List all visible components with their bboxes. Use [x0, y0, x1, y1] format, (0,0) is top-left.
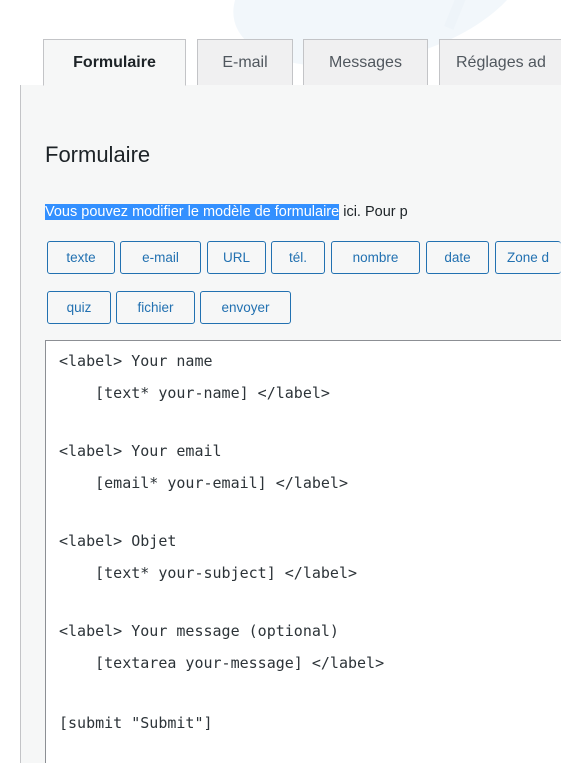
editor-line: [email* your-email] </label>: [59, 474, 348, 492]
tag-button-envoyer[interactable]: envoyer: [200, 291, 291, 324]
description-selected-text: Vous pouvez modifier le modèle de formul…: [45, 204, 340, 220]
editor-line: <label> Objet: [59, 532, 177, 550]
editor-line: <label> Your message (optional): [59, 622, 339, 640]
editor-line: [textarea your-message] </label>: [59, 654, 385, 672]
panel-description: Vous pouvez modifier le modèle de formul…: [45, 204, 408, 220]
tag-button-quiz[interactable]: quiz: [47, 291, 111, 324]
editor-line: [submit "Submit"]: [59, 714, 213, 732]
editor-line: <label> Your name: [59, 352, 213, 370]
panel-heading: Formulaire: [45, 142, 151, 167]
tab-reglages-avances[interactable]: Réglages ad: [439, 39, 561, 86]
tag-button-email[interactable]: e-mail: [120, 241, 201, 274]
editor-line: [text* your-name] </label>: [59, 384, 330, 402]
tag-button-date[interactable]: date: [426, 241, 489, 274]
tag-button-nombre[interactable]: nombre: [331, 241, 420, 274]
tab-bar: Formulaire E-mail Messages Réglages ad: [0, 0, 561, 86]
tag-button-url[interactable]: URL: [207, 241, 266, 274]
form-template-editor[interactable]: <label> Your name [text* your-name] </la…: [45, 340, 561, 763]
tab-formulaire[interactable]: Formulaire: [43, 39, 186, 86]
description-rest-text: ici. Pour p: [339, 204, 408, 220]
editor-line: [text* your-subject] </label>: [59, 564, 358, 582]
tab-email[interactable]: E-mail: [197, 39, 293, 86]
tag-button-fichier[interactable]: fichier: [116, 291, 195, 324]
tag-button-zone-de-texte[interactable]: Zone d: [495, 241, 561, 274]
tab-messages[interactable]: Messages: [303, 39, 428, 86]
editor-line: <label> Your email: [59, 442, 222, 460]
tag-button-tel[interactable]: tél.: [271, 241, 325, 274]
tag-button-texte[interactable]: texte: [47, 241, 115, 274]
